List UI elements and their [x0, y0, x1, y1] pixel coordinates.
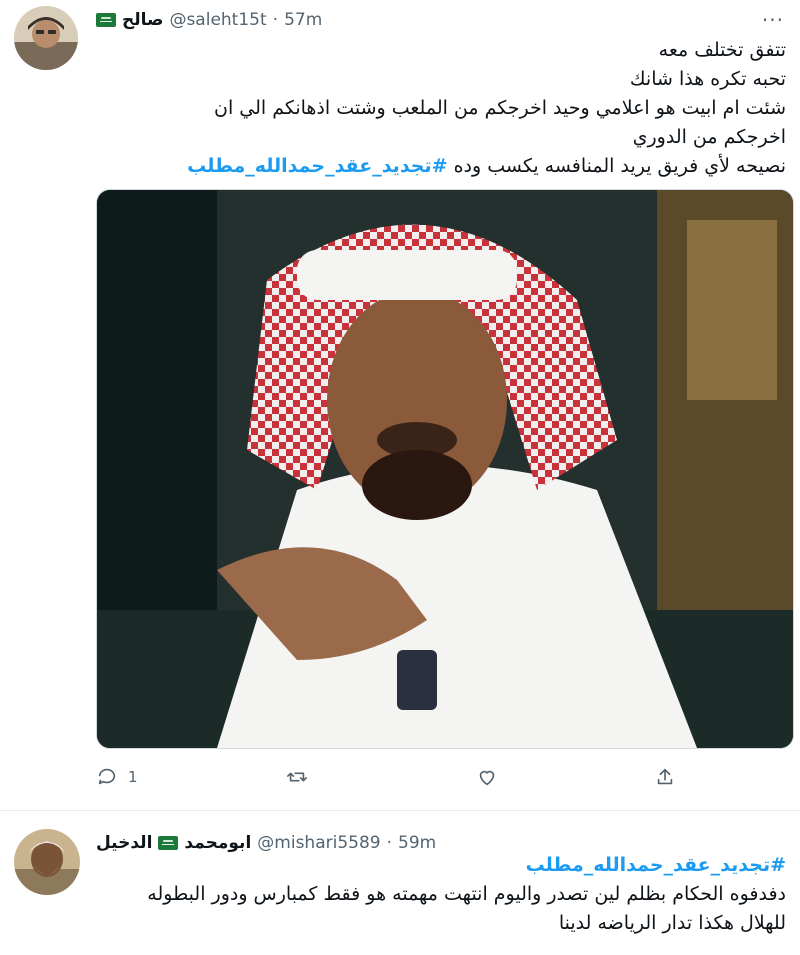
author-name[interactable]: صالح: [122, 10, 163, 30]
author-handle[interactable]: @saleht15t: [169, 10, 266, 30]
author-handle[interactable]: @mishari5589: [257, 833, 380, 853]
flag-icon: [158, 836, 179, 850]
timestamp[interactable]: 59m: [398, 833, 436, 853]
separator-dot: ·: [386, 833, 392, 853]
tweet-image[interactable]: [96, 189, 794, 749]
hashtag-link[interactable]: #تجديد_عقد_حمدالله_مطلب: [187, 155, 447, 177]
retweet-button[interactable]: [286, 762, 308, 792]
tweet[interactable]: صالح @saleht15t · 57m ··· تتفق تختلف معه…: [0, 0, 800, 811]
separator-dot: ·: [272, 10, 279, 30]
share-icon: [657, 768, 673, 785]
flag-icon: [96, 13, 116, 27]
heart-icon: [479, 770, 495, 786]
author-name[interactable]: ابومحمد: [184, 833, 251, 853]
avatar[interactable]: [14, 6, 78, 70]
tweet-text-segment: نصيحه لأي فريق يريد المنافسه يكسب وده: [453, 155, 786, 177]
more-options-icon[interactable]: ···: [762, 8, 784, 32]
avatar[interactable]: [14, 829, 80, 895]
tweet-text: تتفق تختلف معه تحبه تكره هذا شانك شئت ام…: [187, 36, 786, 181]
tweet-line: اخرجكم من الدوري: [632, 126, 786, 148]
hashtag-link[interactable]: #تجديد_عقد_حمدالله_مطلب: [147, 851, 786, 880]
tweet-line: دفدفوه الحكام بظلم لين تصدر واليوم انتهت…: [147, 883, 786, 905]
like-button[interactable]: [476, 762, 498, 792]
reply-count: 1: [128, 768, 138, 786]
tweet-line: تتفق تختلف معه: [658, 39, 786, 61]
share-button[interactable]: [654, 762, 676, 792]
tweet-line: تحبه تكره هذا شانك: [629, 68, 786, 90]
tweet-line: نصيحه لأي فريق يريد المنافسه يكسب وده #ت…: [187, 152, 786, 181]
tweet-actions: 1: [96, 762, 716, 792]
tweet-line: للهلال هكذا تدار الرياضه لدينا: [558, 912, 786, 934]
reply-icon: [98, 768, 116, 785]
retweet-icon: [287, 772, 307, 782]
timestamp[interactable]: 57m: [284, 10, 322, 30]
reply-button[interactable]: 1: [96, 762, 138, 792]
tweet[interactable]: الدخيل ابومحمد @mishari5589 · 59m #تجديد…: [0, 811, 800, 955]
tweet-line: شئت ام ابيت هو اعلامي وحيد اخرجكم من الم…: [213, 97, 786, 119]
tweet-text: #تجديد_عقد_حمدالله_مطلب دفدفوه الحكام بظ…: [147, 851, 786, 938]
tweet-header: صالح @saleht15t · 57m: [96, 8, 322, 32]
author-name[interactable]: الدخيل: [96, 833, 152, 853]
